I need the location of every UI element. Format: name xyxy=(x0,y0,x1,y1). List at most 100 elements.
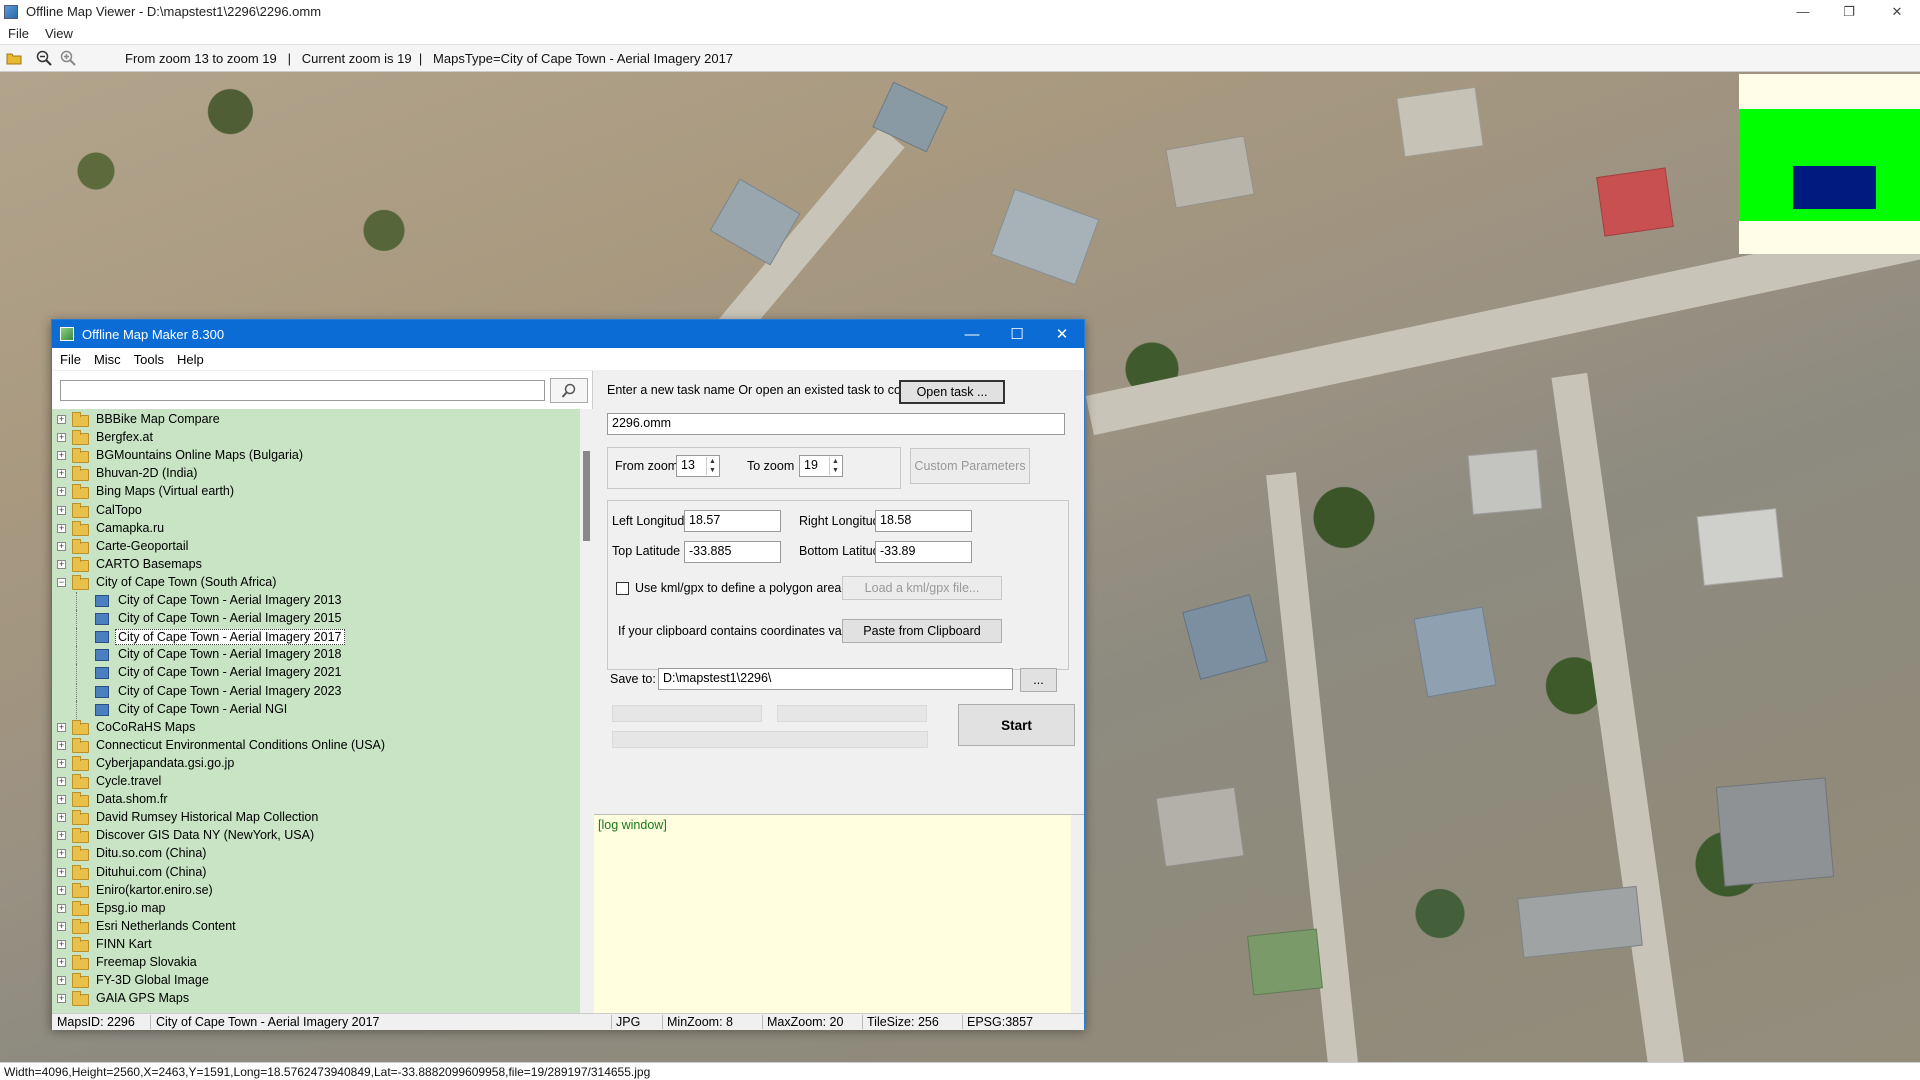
search-button[interactable] xyxy=(550,378,588,403)
tree-folder-item[interactable]: + CARTO Basemaps xyxy=(52,556,580,574)
tree-folder-item[interactable]: + Bergfex.at xyxy=(52,429,580,447)
expand-icon[interactable]: + xyxy=(57,885,66,895)
expand-icon[interactable]: + xyxy=(57,415,66,424)
to-zoom-spinner[interactable]: 19 ▲ ▼ xyxy=(799,455,843,477)
load-kml-button[interactable]: Load a kml/gpx file... xyxy=(842,576,1002,600)
expand-icon[interactable]: + xyxy=(57,559,66,569)
expand-icon[interactable]: + xyxy=(57,777,66,786)
maximize-button[interactable]: ❐ xyxy=(1826,0,1872,23)
overview-viewport[interactable] xyxy=(1793,166,1876,209)
tree-folder-item[interactable]: + CalTopo xyxy=(52,502,580,520)
tree-map-item[interactable]: City of Cape Town - Aerial NGI xyxy=(52,700,580,719)
zoom-out-icon[interactable] xyxy=(34,48,54,68)
expand-icon[interactable]: + xyxy=(57,523,66,533)
tree-folder-item[interactable]: + Freemap Slovakia xyxy=(52,954,580,972)
expand-icon[interactable]: + xyxy=(57,541,66,551)
custom-parameters-button[interactable]: Custom Parameters xyxy=(910,448,1030,484)
paste-from-clipboard-button[interactable]: Paste from Clipboard xyxy=(842,619,1002,643)
tree-folder-item[interactable]: + Camapka.ru xyxy=(52,520,580,538)
log-scrollbar[interactable] xyxy=(1071,815,1084,1014)
spinner-arrows-icon[interactable]: ▲ ▼ xyxy=(829,457,841,475)
expand-icon[interactable]: + xyxy=(57,994,66,1004)
tree-folder-item[interactable]: + GAIA GPS Maps xyxy=(52,990,580,1008)
spinner-arrows-icon[interactable]: ▲ ▼ xyxy=(706,457,718,475)
task-name-input[interactable]: 2296.omm xyxy=(607,413,1065,435)
search-input[interactable] xyxy=(60,380,545,401)
menu-file[interactable]: File xyxy=(8,26,29,41)
tree-folder-item[interactable]: − City of Cape Town (South Africa) xyxy=(52,574,580,592)
kml-polygon-checkbox[interactable] xyxy=(616,582,629,595)
map-source-tree[interactable]: + BBBike Map Compare + Bergfex.at + BGMountai… xyxy=(52,409,580,1013)
tree-folder-item[interactable]: + Ditu.so.com (China) xyxy=(52,845,580,863)
right-longitude-input[interactable]: 18.58 xyxy=(875,510,972,532)
expand-icon[interactable]: + xyxy=(57,903,66,913)
dialog-close-button[interactable]: ✕ xyxy=(1040,320,1084,348)
expand-icon[interactable]: + xyxy=(57,758,66,768)
zoom-in-icon[interactable] xyxy=(58,48,78,68)
expand-icon[interactable]: + xyxy=(57,939,66,949)
bottom-latitude-input[interactable]: -33.89 xyxy=(875,541,972,563)
tree-folder-item[interactable]: + FINN Kart xyxy=(52,936,580,954)
tree-folder-item[interactable]: + Connecticut Environmental Conditions On… xyxy=(52,737,580,755)
tree-map-item[interactable]: City of Cape Town - Aerial Imagery 2015 xyxy=(52,610,580,629)
expand-icon[interactable]: + xyxy=(57,451,66,461)
tree-map-item[interactable]: City of Cape Town - Aerial Imagery 2018 xyxy=(52,646,580,665)
top-latitude-input[interactable]: -33.885 xyxy=(684,541,781,563)
dialog-menu-misc[interactable]: Misc xyxy=(94,352,121,367)
expand-icon[interactable]: + xyxy=(57,849,66,859)
overview-minimap[interactable] xyxy=(1739,74,1920,254)
expand-icon[interactable]: + xyxy=(57,740,66,750)
tree-folder-item[interactable]: + David Rumsey Historical Map Collection xyxy=(52,809,580,827)
browse-folder-button[interactable]: ... xyxy=(1020,668,1057,692)
dialog-menu-tools[interactable]: Tools xyxy=(134,352,164,367)
tree-map-item[interactable]: City of Cape Town - Aerial Imagery 2017 xyxy=(52,628,580,647)
expand-icon[interactable]: + xyxy=(57,921,66,931)
dialog-menu-help[interactable]: Help xyxy=(177,352,204,367)
expand-icon[interactable]: + xyxy=(57,505,66,515)
expand-icon[interactable]: + xyxy=(57,722,66,732)
dialog-maximize-button[interactable]: ☐ xyxy=(995,320,1039,348)
expand-icon[interactable]: + xyxy=(57,958,66,967)
tree-folder-item[interactable]: + Carte-Geoportail xyxy=(52,538,580,556)
expand-icon[interactable]: + xyxy=(57,433,66,443)
expand-icon[interactable]: + xyxy=(57,813,66,823)
tree-folder-item[interactable]: + BBBike Map Compare xyxy=(52,411,580,429)
expand-icon[interactable]: + xyxy=(57,831,66,841)
tree-map-item[interactable]: City of Cape Town - Aerial Imagery 2021 xyxy=(52,664,580,683)
expand-icon[interactable]: + xyxy=(57,469,66,479)
from-zoom-spinner[interactable]: 13 ▲ ▼ xyxy=(676,455,720,477)
tree-folder-item[interactable]: + Epsg.io map xyxy=(52,900,580,918)
tree-map-item[interactable]: City of Cape Town - Aerial Imagery 2013 xyxy=(52,592,580,610)
left-longitude-input[interactable]: 18.57 xyxy=(684,510,781,532)
tree-scrollbar-thumb[interactable] xyxy=(583,451,590,541)
tree-folder-item[interactable]: + Eniro(kartor.eniro.se) xyxy=(52,882,580,900)
expand-icon[interactable]: + xyxy=(57,867,66,877)
expand-icon[interactable]: + xyxy=(57,795,66,805)
tree-folder-item[interactable]: + CoCoRaHS Maps xyxy=(52,719,580,737)
open-task-button[interactable]: Open task ... xyxy=(899,380,1005,404)
dialog-menu-file[interactable]: File xyxy=(60,352,81,367)
expand-icon[interactable]: + xyxy=(57,487,66,497)
tree-folder-item[interactable]: + FY-3D Global Image xyxy=(52,972,580,990)
menu-view[interactable]: View xyxy=(45,26,73,41)
close-button[interactable]: ✕ xyxy=(1874,0,1920,23)
tree-folder-item[interactable]: + Cyberjapandata.gsi.go.jp xyxy=(52,755,580,773)
tree-folder-item[interactable]: + Esri Netherlands Content xyxy=(52,918,580,936)
tree-folder-item[interactable]: + Data.shom.fr xyxy=(52,791,580,809)
open-folder-icon[interactable] xyxy=(4,48,24,68)
collapse-icon[interactable]: − xyxy=(57,577,66,587)
tree-map-item[interactable]: City of Cape Town - Aerial Imagery 2023 xyxy=(52,682,580,701)
start-button[interactable]: Start xyxy=(958,704,1075,746)
minimize-button[interactable]: — xyxy=(1780,0,1826,23)
tree-folder-item[interactable]: + Bhuvan-2D (India) xyxy=(52,465,580,483)
tree-folder-item[interactable]: + BGMountains Online Maps (Bulgaria) xyxy=(52,447,580,465)
expand-icon[interactable]: + xyxy=(57,976,66,986)
dialog-minimize-button[interactable]: — xyxy=(950,320,994,348)
log-window[interactable]: [log window] xyxy=(594,814,1084,1014)
save-path-input[interactable]: D:\mapstest1\2296\ xyxy=(658,668,1013,690)
tree-folder-item[interactable]: + Bing Maps (Virtual earth) xyxy=(52,483,580,501)
tree-folder-item[interactable]: + Dituhui.com (China) xyxy=(52,864,580,882)
tree-folder-item[interactable]: + Cycle.travel xyxy=(52,773,580,791)
tree-scrollbar[interactable] xyxy=(580,409,593,1013)
tree-folder-item[interactable]: + Discover GIS Data NY (NewYork, USA) xyxy=(52,827,580,845)
